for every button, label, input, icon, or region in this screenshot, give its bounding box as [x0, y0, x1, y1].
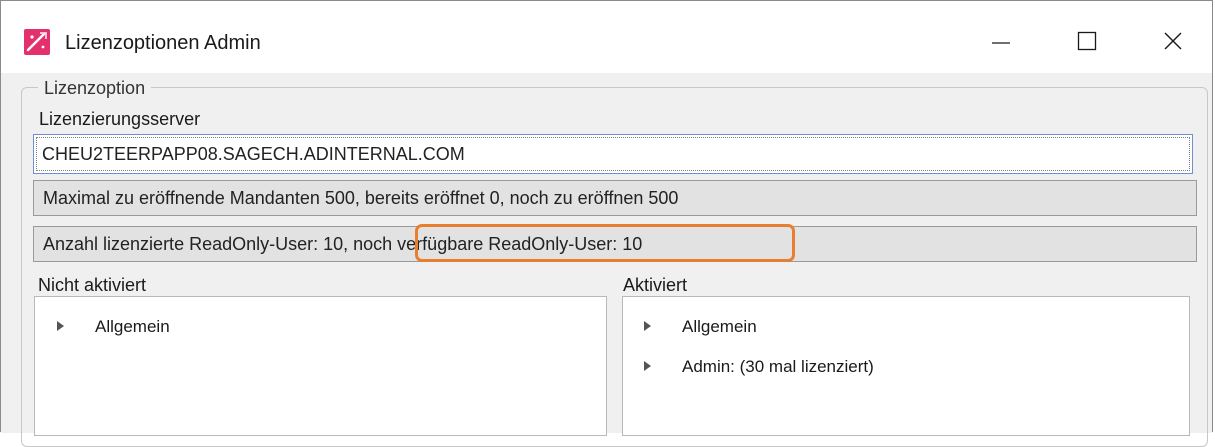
dialog-body: Lizenzoption Lizenzierungsserver CHEU2TE… [1, 73, 1212, 447]
app-logo-icon [24, 29, 50, 55]
tree-item-label: Admin: (30 mal lizenziert) [682, 357, 874, 376]
activated-label: Aktiviert [623, 275, 688, 295]
mandanten-info-text: Maximal zu eröffnende Mandanten 500, ber… [43, 188, 679, 208]
server-label: Lizenzierungsserver [39, 109, 201, 129]
license-options-window: Lizenzoptionen Admin Lizenzoption Lizenz… [0, 0, 1213, 447]
not-activated-tree[interactable]: Allgemein [34, 296, 607, 436]
group-legend: Lizenzoption [38, 77, 152, 99]
license-server-value: CHEU2TEERPAPP08.SAGECH.ADINTERNAL.COM [42, 144, 465, 164]
close-icon [1164, 32, 1182, 50]
license-server-field[interactable]: CHEU2TEERPAPP08.SAGECH.ADINTERNAL.COM [33, 134, 1193, 174]
tree-item-label: Allgemein [682, 317, 757, 336]
triangle-right-icon[interactable] [644, 321, 651, 331]
maximize-icon [1077, 31, 1097, 51]
close-button[interactable] [1148, 23, 1198, 59]
minimize-button[interactable] [976, 23, 1026, 59]
mandanten-info: Maximal zu eröffnende Mandanten 500, ber… [33, 180, 1197, 216]
readonly-user-info: Anzahl lizenzierte ReadOnly-User: 10, no… [33, 226, 1197, 262]
minimize-icon [992, 42, 1010, 44]
window-title: Lizenzoptionen Admin [65, 32, 261, 54]
not-activated-label: Nicht aktiviert [38, 275, 147, 295]
tree-item-label: Allgemein [95, 317, 170, 336]
title-bar[interactable]: Lizenzoptionen Admin [1, 1, 1212, 73]
activated-tree[interactable]: Allgemein Admin: (30 mal lizenziert) [622, 296, 1190, 436]
readonly-user-info-text: Anzahl lizenzierte ReadOnly-User: 10, no… [43, 234, 643, 254]
triangle-right-icon[interactable] [57, 321, 64, 331]
triangle-right-icon[interactable] [644, 361, 651, 371]
maximize-button[interactable] [1062, 23, 1112, 59]
